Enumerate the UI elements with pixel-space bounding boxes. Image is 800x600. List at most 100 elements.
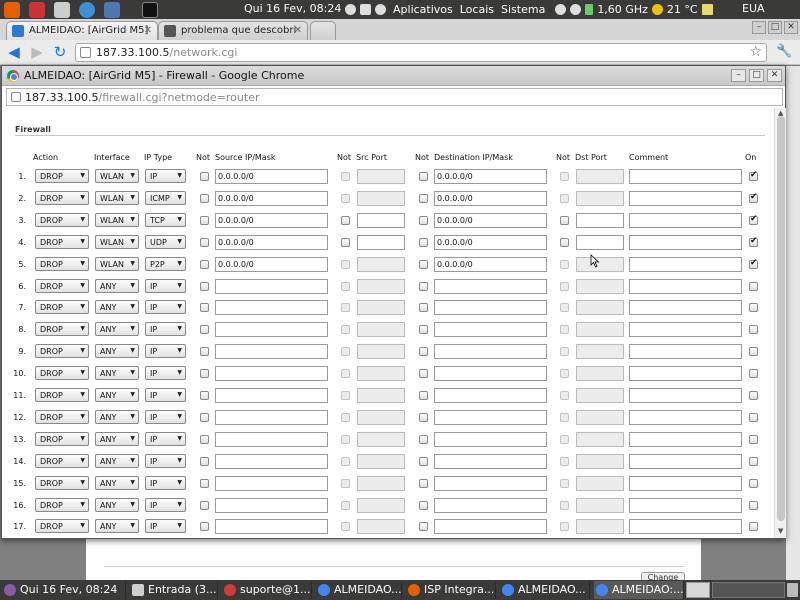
- action-select[interactable]: DROP: [35, 213, 89, 227]
- rule-enabled-checkbox[interactable]: [749, 413, 758, 422]
- action-select[interactable]: DROP: [35, 410, 89, 424]
- close-tab-icon[interactable]: ✕: [144, 25, 152, 36]
- not-source-checkbox[interactable]: [200, 369, 209, 378]
- action-select[interactable]: DROP: [35, 279, 89, 293]
- source-ip-input[interactable]: 0.0.0.0/0: [215, 213, 328, 228]
- close-tab-icon[interactable]: ✕: [294, 25, 302, 36]
- comment-input[interactable]: [629, 498, 742, 513]
- popup-url-bar[interactable]: 187.33.100.5/firewall.cgi?netmode=router: [6, 88, 783, 106]
- ip-type-select[interactable]: IP: [145, 169, 186, 183]
- search-icon[interactable]: [345, 4, 356, 15]
- action-select[interactable]: DROP: [35, 191, 89, 205]
- destination-ip-input[interactable]: 0.0.0.0/0: [434, 191, 547, 206]
- action-select[interactable]: DROP: [35, 432, 89, 446]
- not-source-checkbox[interactable]: [200, 282, 209, 291]
- interface-select[interactable]: ANY: [95, 344, 139, 358]
- not-source-checkbox[interactable]: [200, 172, 209, 181]
- bookmark-star-icon[interactable]: ☆: [749, 44, 762, 60]
- scroll-down-icon[interactable]: ▼: [778, 527, 783, 535]
- interface-select[interactable]: ANY: [95, 322, 139, 336]
- interface-select[interactable]: ANY: [95, 432, 139, 446]
- ip-type-select[interactable]: IP: [145, 300, 186, 314]
- destination-ip-input[interactable]: [434, 300, 547, 315]
- source-ip-input[interactable]: [215, 476, 328, 491]
- destination-ip-input[interactable]: [434, 498, 547, 513]
- destination-ip-input[interactable]: [434, 476, 547, 491]
- battery-icon[interactable]: [585, 4, 594, 15]
- ip-type-select[interactable]: IP: [145, 410, 186, 424]
- interface-select[interactable]: WLAN: [95, 191, 139, 205]
- ip-type-select[interactable]: IP: [145, 388, 186, 402]
- ip-type-select[interactable]: IP: [145, 432, 186, 446]
- rule-enabled-checkbox[interactable]: [749, 170, 758, 181]
- comment-input[interactable]: [629, 322, 742, 337]
- weather-sun-icon[interactable]: [651, 4, 663, 15]
- network-icon[interactable]: [555, 4, 567, 15]
- interface-select[interactable]: ANY: [95, 519, 139, 533]
- source-ip-input[interactable]: [215, 388, 328, 403]
- ip-type-select[interactable]: IP: [145, 454, 186, 468]
- destination-ip-input[interactable]: [434, 279, 547, 294]
- ip-type-select[interactable]: IP: [145, 322, 186, 336]
- terminal-icon[interactable]: [142, 1, 158, 18]
- maximize-icon[interactable]: □: [768, 21, 782, 34]
- action-select[interactable]: DROP: [35, 519, 89, 533]
- keyboard-layout[interactable]: EUA: [742, 2, 765, 15]
- close-window-icon[interactable]: ✕: [767, 69, 782, 82]
- lock-screen-icon[interactable]: [360, 4, 371, 15]
- ip-type-select[interactable]: ICMP: [145, 191, 186, 205]
- tab-problema[interactable]: problema que descobri ✕: [158, 21, 308, 40]
- rule-enabled-checkbox[interactable]: [749, 347, 758, 356]
- not-destination-checkbox[interactable]: [419, 391, 428, 400]
- panel-clock[interactable]: Qui 16 Fev, 08:24: [244, 2, 341, 15]
- ip-type-select[interactable]: IP: [145, 498, 186, 512]
- not-source-checkbox[interactable]: [200, 347, 209, 356]
- destination-ip-input[interactable]: 0.0.0.0/0: [434, 169, 547, 184]
- not-destination-checkbox[interactable]: [419, 435, 428, 444]
- dst-port-input[interactable]: [576, 235, 624, 250]
- interface-select[interactable]: ANY: [95, 476, 139, 490]
- interface-select[interactable]: ANY: [95, 388, 139, 402]
- src-port-input[interactable]: [357, 235, 405, 250]
- network-icon-2[interactable]: [570, 4, 582, 15]
- not-source-checkbox[interactable]: [200, 260, 209, 269]
- not-dst-port-checkbox[interactable]: [560, 238, 569, 247]
- destination-ip-input[interactable]: [434, 519, 547, 534]
- home-folder-icon[interactable]: [54, 1, 70, 18]
- not-source-checkbox[interactable]: [200, 391, 209, 400]
- rule-enabled-checkbox[interactable]: [749, 325, 758, 334]
- close-window-icon[interactable]: ✕: [784, 21, 798, 34]
- not-source-checkbox[interactable]: [200, 303, 209, 312]
- action-select[interactable]: DROP: [35, 169, 89, 183]
- source-ip-input[interactable]: 0.0.0.0/0: [215, 235, 328, 250]
- ip-type-select[interactable]: IP: [145, 344, 186, 358]
- maximize-icon[interactable]: □: [749, 69, 764, 82]
- not-source-checkbox[interactable]: [200, 413, 209, 422]
- back-icon[interactable]: ◀: [5, 44, 23, 62]
- destination-ip-input[interactable]: [434, 344, 547, 359]
- source-ip-input[interactable]: [215, 344, 328, 359]
- comment-input[interactable]: [629, 519, 742, 534]
- destination-ip-input[interactable]: 0.0.0.0/0: [434, 235, 547, 250]
- rule-enabled-checkbox[interactable]: [749, 303, 758, 312]
- source-ip-input[interactable]: [215, 498, 328, 513]
- ip-type-select[interactable]: IP: [145, 366, 186, 380]
- interface-select[interactable]: WLAN: [95, 213, 139, 227]
- rule-enabled-checkbox[interactable]: [749, 457, 758, 466]
- menu-locais[interactable]: Locais: [460, 3, 494, 16]
- ip-type-select[interactable]: IP: [145, 279, 186, 293]
- comment-input[interactable]: [629, 235, 742, 250]
- action-select[interactable]: DROP: [35, 388, 89, 402]
- source-ip-input[interactable]: [215, 366, 328, 381]
- not-source-checkbox[interactable]: [200, 194, 209, 203]
- not-destination-checkbox[interactable]: [419, 457, 428, 466]
- interface-select[interactable]: ANY: [95, 366, 139, 380]
- source-ip-input[interactable]: [215, 432, 328, 447]
- action-select[interactable]: DROP: [35, 235, 89, 249]
- menu-aplicativos[interactable]: Aplicativos: [393, 3, 453, 16]
- workspace-2[interactable]: [712, 582, 785, 598]
- rule-enabled-checkbox[interactable]: [749, 192, 758, 203]
- popup-scrollbar[interactable]: ▲ ▼: [774, 108, 786, 538]
- comment-input[interactable]: [629, 432, 742, 447]
- tab-airgrid[interactable]: ALMEIDAO: [AirGrid M5] ✕: [6, 21, 158, 40]
